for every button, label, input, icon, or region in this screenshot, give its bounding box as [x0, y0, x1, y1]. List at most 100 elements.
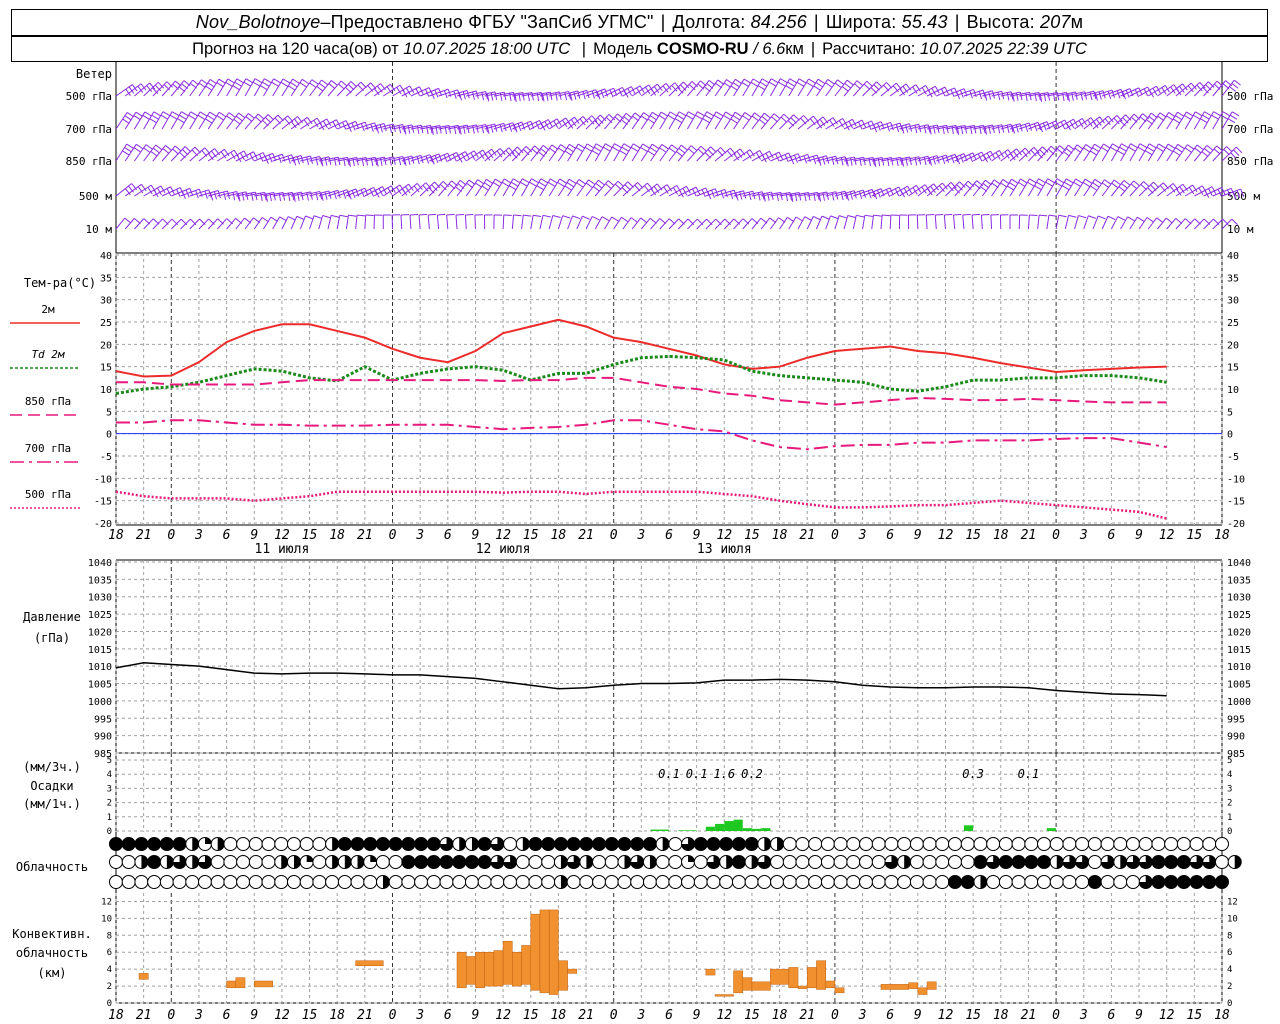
wind-barb-feather	[228, 112, 236, 118]
wind-barb-feather	[1068, 214, 1077, 218]
time-tick-label: 12	[938, 528, 954, 543]
wind-barb-feather	[1094, 143, 1102, 149]
wind-barb-feather	[503, 123, 507, 132]
wind-barb-feather	[313, 215, 322, 219]
wind-barb-feather	[1103, 143, 1111, 149]
cloud-symbol	[795, 855, 810, 869]
wind-barb-feather	[1184, 114, 1192, 120]
cloud-symbol	[109, 875, 123, 889]
wind-barb-feather	[179, 114, 187, 120]
wind-barb-feather	[838, 215, 847, 219]
time-tick-label: 3	[1079, 1008, 1088, 1023]
wind-barb-feather	[188, 114, 196, 120]
wind-barb-feather	[481, 185, 490, 191]
cloud-symbol-fill	[452, 855, 466, 869]
wind-barb-feather	[981, 213, 990, 216]
precip-tick-label: 4	[107, 770, 112, 780]
wind-barb-feather	[279, 216, 287, 222]
wind-barb-shaft	[990, 214, 993, 230]
wind-barb-feather	[578, 179, 586, 185]
convective-bar	[521, 945, 531, 985]
temp-tick-label: 35	[100, 273, 112, 284]
cloud-symbol-fill	[147, 855, 161, 869]
wind-barb-feather	[1042, 122, 1047, 131]
cloud-symbol	[922, 855, 937, 869]
wind-barb-feather	[1194, 147, 1202, 154]
cloud-symbol	[197, 875, 212, 889]
cloud-symbol	[1075, 837, 1090, 851]
wind-level-label: 10 м	[86, 223, 113, 236]
precip-unit: (мм/1ч.)	[23, 797, 81, 811]
wind-barb-shaft	[474, 214, 476, 230]
cloud-symbol	[566, 875, 581, 889]
cloud-symbol	[1113, 837, 1128, 851]
wind-barb-feather	[455, 213, 465, 216]
wind-barb-shaft	[530, 215, 534, 230]
cloud-symbol-fill	[173, 837, 187, 851]
wind-barb-feather	[595, 182, 603, 189]
pressure-tick-label-right: 1010	[1227, 662, 1251, 673]
wind-barb-feather	[564, 185, 572, 191]
wind-barb-feather	[420, 155, 424, 164]
wind-barb-shaft	[364, 214, 367, 230]
cloud-symbol	[935, 855, 950, 869]
time-tick-label: 3	[1079, 528, 1088, 543]
wind-barb-feather	[594, 120, 601, 127]
wind-barb-feather	[135, 143, 144, 150]
wind-barb-feather	[309, 82, 317, 88]
cloud-symbol	[782, 875, 797, 889]
wind-barb-feather	[847, 214, 856, 218]
precip-ylabel: (мм/3ч.)	[23, 760, 81, 774]
wind-barb-feather	[492, 182, 501, 188]
cloud-symbol	[897, 837, 912, 851]
cloud-symbol-fill	[973, 855, 987, 869]
wind-barb-feather	[1222, 111, 1230, 117]
wind-barb-feather	[591, 150, 600, 156]
cloud-symbol	[693, 855, 708, 869]
time-tick-label: 18	[993, 1008, 1009, 1023]
wind-barb-feather	[255, 116, 262, 123]
cloud-symbol	[592, 855, 607, 869]
wind-barb-feather	[207, 82, 215, 88]
wind-barb-feather	[510, 181, 519, 187]
cloud-symbol-fill	[694, 837, 708, 851]
wind-barb-feather	[923, 125, 927, 134]
wind-barb-feather	[1107, 91, 1112, 100]
wind-barb-feather	[1110, 146, 1118, 152]
wind-barb-feather	[260, 85, 268, 91]
cloud-symbol	[325, 875, 340, 889]
wind-barb-shaft	[889, 214, 892, 230]
wind-barb-feather	[1177, 143, 1185, 150]
cloud-symbol	[782, 855, 797, 869]
cloud-symbol	[541, 855, 556, 869]
time-tick-label: 3	[858, 528, 867, 543]
wind-barb-shaft	[464, 214, 467, 230]
wind-barb-feather	[1213, 148, 1221, 155]
cloud-symbol-fill	[122, 837, 136, 851]
wind-barb-feather	[1015, 92, 1019, 101]
wind-barb-feather	[321, 79, 329, 86]
wind-barb-feather	[593, 186, 601, 192]
precip-bar	[751, 828, 762, 831]
wind-barb-feather	[273, 78, 281, 84]
cloud-symbol-fill	[344, 855, 352, 869]
wind-barb-feather	[205, 85, 213, 91]
wind-barb-shaft	[409, 214, 412, 230]
cloud-symbol	[909, 855, 924, 869]
wind-barb-feather	[1061, 185, 1070, 191]
wind-barb-feather	[611, 216, 619, 222]
wind-barb-feather	[614, 143, 622, 149]
cloud-symbol-fill	[440, 855, 454, 869]
time-tick-label: 0	[389, 1008, 397, 1023]
convective-bar	[484, 951, 495, 987]
wind-barbs	[115, 78, 1245, 230]
wind-barb-feather	[311, 79, 319, 85]
temp-tick-label: 5	[106, 407, 112, 418]
wind-barb-shaft	[400, 214, 403, 230]
precip-value-label: 1.6	[713, 767, 735, 781]
wind-barb-feather	[557, 181, 565, 188]
wind-barb-shaft	[521, 215, 524, 230]
wind-barb-feather	[337, 190, 341, 199]
wind-barb-feather	[1195, 111, 1203, 117]
wind-barb-shaft	[557, 215, 564, 230]
